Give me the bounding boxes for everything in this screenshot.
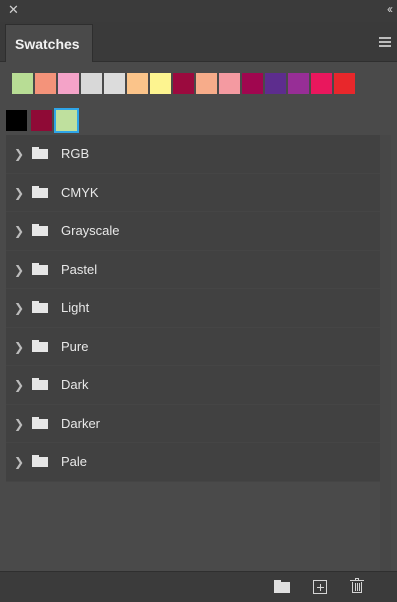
swatch-group-label: RGB [61,146,90,161]
swatch[interactable] [31,110,52,131]
swatch-group-cmyk[interactable]: ❯ CMYK [6,174,380,212]
recent-swatch[interactable] [265,73,286,94]
chevron-right-icon[interactable]: ❯ [14,224,24,238]
swatch-group-pure[interactable]: ❯ Pure [6,328,380,366]
swatch-group-label: Dark [61,377,89,392]
recent-swatch[interactable] [12,73,33,94]
chevron-right-icon[interactable]: ❯ [14,378,24,392]
close-icon[interactable]: ✕ [8,3,19,17]
new-swatch-icon[interactable] [313,580,327,594]
recent-swatch[interactable] [58,73,79,94]
folder-icon [32,185,48,198]
folder-icon [32,378,48,390]
folder-icon [32,416,48,429]
recent-swatch[interactable] [104,73,125,94]
swatch-group-grayscale[interactable]: ❯ Grayscale [6,212,380,251]
recent-swatch[interactable] [242,73,263,94]
recent-swatch[interactable] [219,73,240,94]
swatch-group-darker[interactable]: ❯ Darker [6,405,380,443]
swatch-selected[interactable] [54,108,79,133]
swatch-group-pale[interactable]: ❯ Pale [6,443,380,482]
trash-icon[interactable] [350,578,364,594]
recent-swatches [12,73,355,94]
swatch-group-label: Pastel [61,261,98,277]
panel-top-bar: ✕ ‹‹ [0,0,397,22]
tab-swatches[interactable]: Swatches [5,24,93,62]
panel-menu-icon[interactable] [379,37,391,47]
swatch-group-rgb[interactable]: ❯ RGB [6,135,380,174]
swatch-group-pastel[interactable]: ❯ Pastel [6,251,380,289]
swatch-group-light[interactable]: ❯ Light [6,289,380,328]
recent-swatch[interactable] [196,73,217,94]
recent-swatch[interactable] [150,73,171,94]
new-group-folder-icon[interactable] [274,580,290,593]
recent-swatch[interactable] [311,73,332,94]
chevron-right-icon[interactable]: ❯ [14,263,24,277]
swatch-group-list: ❯ RGB ❯ CMYK ❯ Grayscale ❯ Pastel ❯ Light ❯ Pure ❯ Da… [6,135,380,482]
tab-row: Swatches [0,22,397,62]
chevron-right-icon[interactable]: ❯ [14,301,24,315]
swatch-group-label: CMYK [61,184,99,200]
folder-icon [32,262,48,275]
recent-swatch[interactable] [334,73,355,94]
chevron-right-icon[interactable]: ❯ [14,417,24,431]
folder-icon [32,455,48,467]
collapse-panel-icon[interactable]: ‹‹ [387,2,393,16]
swatch-group-label: Pure [61,338,89,354]
folder-icon [32,147,48,159]
chevron-right-icon[interactable]: ❯ [14,340,24,354]
chevron-right-icon[interactable]: ❯ [14,147,24,161]
recent-swatch[interactable] [173,73,194,94]
recent-swatch[interactable] [127,73,148,94]
swatch-row [6,108,79,133]
scrollbar[interactable] [380,135,391,571]
chevron-right-icon[interactable]: ❯ [14,186,24,200]
recent-swatch[interactable] [35,73,56,94]
swatch-group-label: Light [61,300,90,315]
recent-swatch[interactable] [288,73,309,94]
swatch-group-label: Pale [61,454,88,469]
folder-icon [32,224,48,236]
folder-icon [32,301,48,313]
swatch[interactable] [6,110,27,131]
swatch-group-dark[interactable]: ❯ Dark [6,366,380,405]
swatch-group-label: Darker [61,415,101,431]
folder-icon [32,339,48,352]
tab-swatches-label: Swatches [15,36,80,52]
chevron-right-icon[interactable]: ❯ [14,455,24,469]
panel-bottom-bar [0,571,397,602]
recent-swatch[interactable] [81,73,102,94]
swatch-group-label: Grayscale [61,223,120,238]
